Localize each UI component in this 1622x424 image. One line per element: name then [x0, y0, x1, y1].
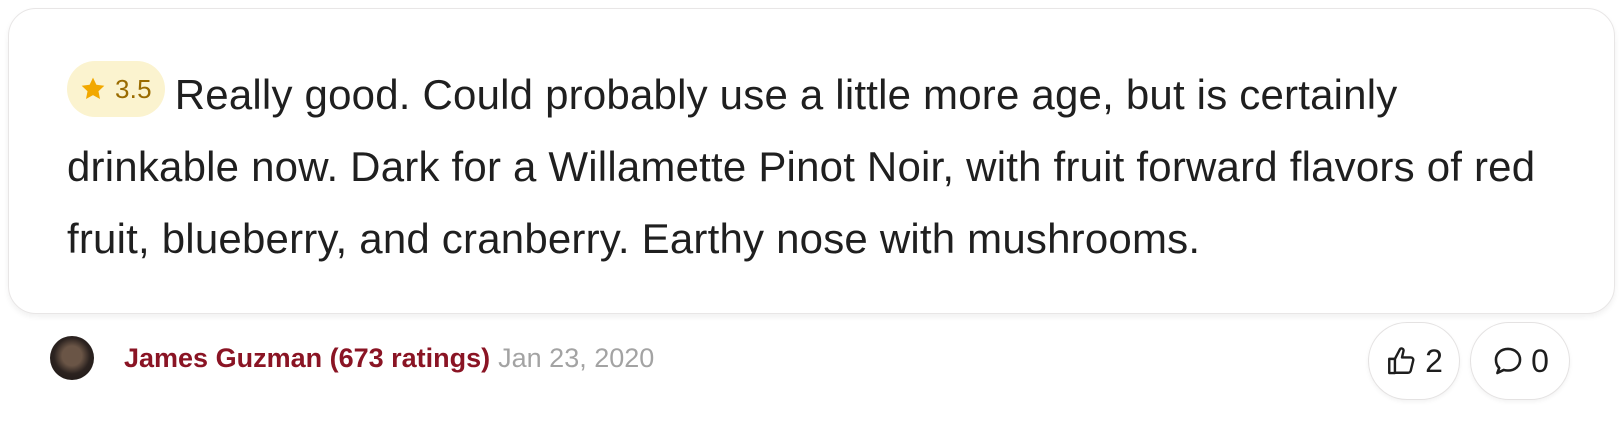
star-icon: [81, 77, 105, 100]
comment-button[interactable]: 0: [1470, 322, 1570, 400]
review-date: Jan 23, 2020: [498, 343, 655, 373]
author-line: James Guzman (673 ratings) Jan 23, 2020: [124, 336, 654, 380]
comment-bubble-icon: [1494, 347, 1522, 375]
rating-badge: 3.5: [67, 61, 165, 117]
rating-value: 3.5: [115, 74, 152, 104]
author-link[interactable]: James Guzman (673 ratings): [124, 343, 490, 373]
thumbs-up-icon: [1388, 347, 1415, 375]
review-body: 3.5 Really good. Could probably use a lit…: [67, 59, 1558, 275]
like-button[interactable]: 2: [1368, 322, 1460, 400]
likes-count: 2: [1425, 342, 1443, 379]
review-footer: James Guzman (673 ratings) Jan 23, 2020 2…: [0, 322, 1622, 402]
review-text: Really good. Could probably use a little…: [67, 71, 1536, 262]
comments-count: 0: [1531, 342, 1549, 379]
avatar[interactable]: [50, 336, 94, 380]
review-card: 3.5 Really good. Could probably use a lit…: [8, 8, 1615, 314]
